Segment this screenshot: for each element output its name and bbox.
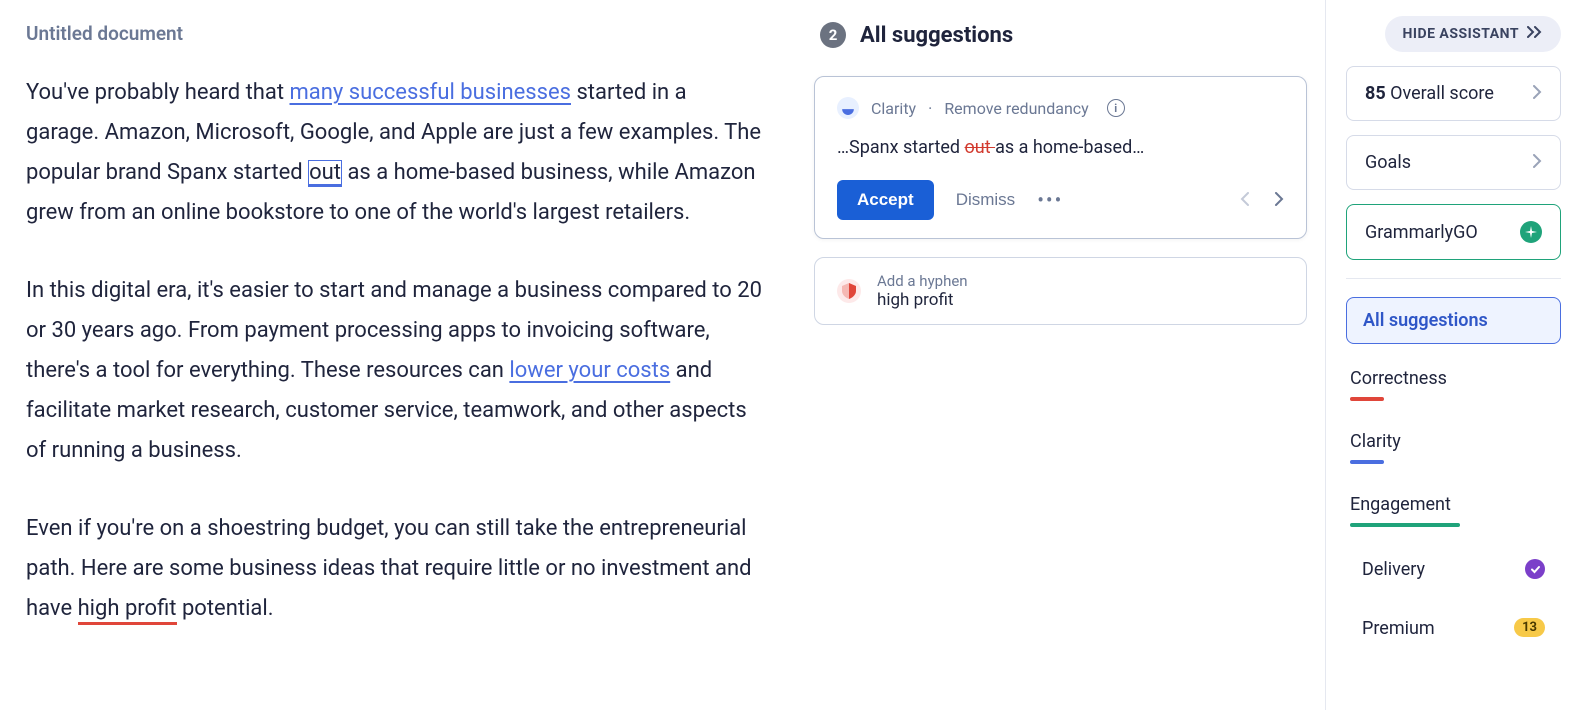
engagement-bar [1350,523,1460,527]
suggestion-snippet: …Spanx started out as a home-based… [837,137,1284,158]
collapsed-term: high profit [877,290,968,310]
sparkle-icon [1520,221,1542,243]
filter-label: Delivery [1362,559,1425,580]
score-text: 85 Overall score [1365,83,1494,104]
suggestion-rule: Remove redundancy [944,99,1088,118]
card-nav [1240,191,1284,210]
divider [1346,278,1561,279]
collapsed-label: Add a hyphen [877,272,968,290]
info-icon[interactable]: i [1107,99,1125,117]
suggestions-pane: 2 All suggestions Clarity · Remove redun… [790,0,1325,710]
link-successful-businesses[interactable]: many successful businesses [290,80,571,105]
hide-assistant-button[interactable]: HIDE ASSISTANT [1385,16,1562,52]
highlight-high-profit[interactable]: high profit [78,596,177,625]
clarity-icon [837,97,859,119]
filter-all-suggestions[interactable]: All suggestions [1346,297,1561,344]
chevron-right-icon [1533,83,1542,104]
paragraph-3[interactable]: Even if you're on a shoestring budget, y… [26,509,764,629]
suggestions-header: 2 All suggestions [814,22,1307,48]
hide-label: HIDE ASSISTANT [1403,26,1520,42]
score-value: 85 [1365,83,1386,104]
highlight-out[interactable]: out [308,160,342,187]
grammarlygo-label: GrammarlyGO [1365,222,1478,243]
snippet-strike: out [965,137,996,158]
filter-premium[interactable]: Premium 13 [1346,606,1561,651]
filter-label: Premium [1362,618,1435,639]
assistant-sidebar: HIDE ASSISTANT 85 Overall score Goals Gr… [1325,0,1581,710]
filter-label: Engagement [1350,494,1451,515]
filter-delivery[interactable]: Delivery [1346,547,1561,592]
suggestion-category: Clarity [871,99,916,118]
goals-card[interactable]: Goals [1346,135,1561,190]
chevron-right-icon [1533,152,1542,173]
suggestion-card-hyphen[interactable]: Add a hyphen high profit [814,257,1307,325]
document-title[interactable]: Untitled document [26,22,764,45]
dismiss-button[interactable]: Dismiss [956,190,1016,210]
grammarlygo-card[interactable]: GrammarlyGO [1346,204,1561,260]
score-label: Overall score [1386,83,1494,104]
paragraph-2[interactable]: In this digital era, it's easier to star… [26,271,764,471]
check-circle-icon [1525,559,1545,579]
correctness-bar [1350,397,1384,401]
next-suggestion-icon[interactable] [1274,191,1284,210]
paragraph-1[interactable]: You've probably heard that many successf… [26,73,764,233]
premium-count-badge: 13 [1514,618,1545,637]
filter-correctness[interactable]: Correctness [1346,358,1561,407]
suggestion-card-clarity[interactable]: Clarity · Remove redundancy i …Spanx sta… [814,76,1307,239]
correctness-icon [837,279,861,303]
suggestions-title: All suggestions [860,23,1013,48]
text: You've probably heard that [26,80,290,105]
snippet-after: as a home-based… [995,137,1144,158]
filter-engagement[interactable]: Engagement [1346,484,1561,533]
prev-suggestion-icon[interactable] [1240,191,1250,210]
filter-label: Correctness [1350,368,1447,389]
filter-label: Clarity [1350,431,1401,452]
goals-label: Goals [1365,152,1411,173]
filter-clarity[interactable]: Clarity [1346,421,1561,470]
snippet-before: …Spanx started [837,137,965,158]
dot-separator: · [928,99,932,118]
text: potential. [177,596,274,621]
suggestion-count-badge: 2 [820,22,846,48]
collapsed-content: Add a hyphen high profit [877,272,968,310]
editor-pane: Untitled document You've probably heard … [0,0,790,710]
accept-button[interactable]: Accept [837,180,934,220]
link-lower-costs[interactable]: lower your costs [509,358,670,383]
chevron-double-right-icon [1527,26,1543,42]
clarity-bar [1350,460,1384,464]
overall-score-card[interactable]: 85 Overall score [1346,66,1561,121]
document-body[interactable]: You've probably heard that many successf… [26,73,764,629]
card-actions: Accept Dismiss ••• [837,180,1284,220]
suggestion-meta: Clarity · Remove redundancy i [837,97,1284,119]
more-options-icon[interactable]: ••• [1037,188,1063,212]
